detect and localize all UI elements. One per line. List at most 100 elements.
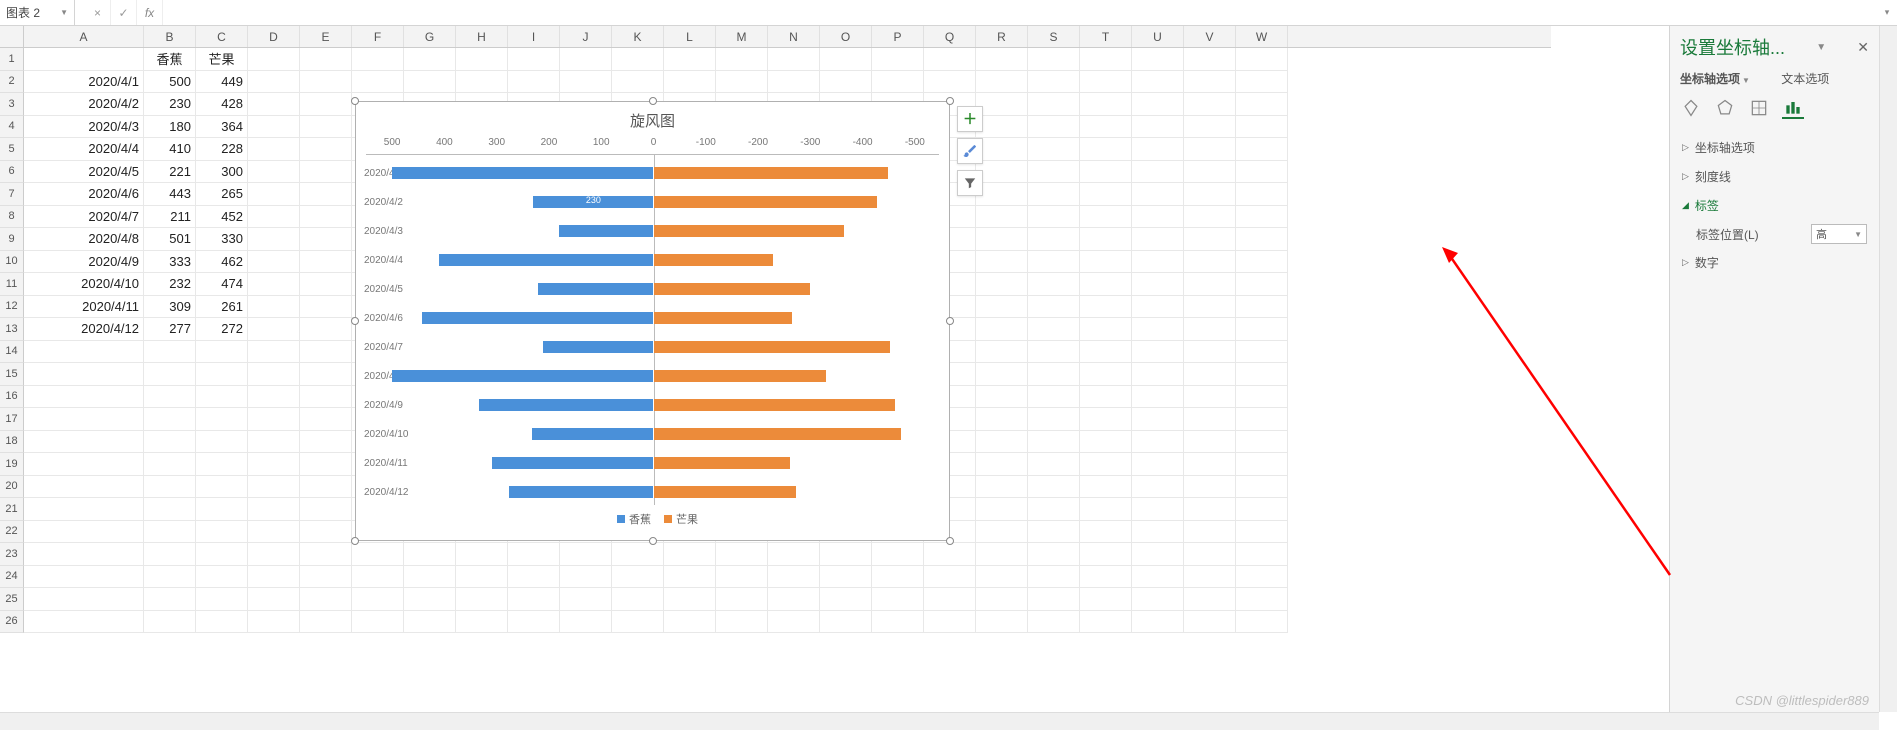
chart-elements-button[interactable]: ＋	[957, 106, 983, 132]
cell[interactable]: 2020/4/8	[24, 228, 144, 251]
cell[interactable]	[1132, 296, 1184, 319]
row-header[interactable]: 6	[0, 161, 24, 184]
column-header[interactable]: I	[508, 26, 560, 47]
cell[interactable]	[248, 206, 300, 229]
cell[interactable]	[196, 363, 248, 386]
cell[interactable]	[924, 543, 976, 566]
row-header[interactable]: 13	[0, 318, 24, 341]
cell[interactable]: 309	[144, 296, 196, 319]
column-header[interactable]: A	[24, 26, 144, 47]
column-header[interactable]: O	[820, 26, 872, 47]
cell[interactable]	[1028, 228, 1080, 251]
cell[interactable]	[976, 138, 1028, 161]
cell[interactable]: 501	[144, 228, 196, 251]
cell[interactable]	[872, 48, 924, 71]
column-header[interactable]: G	[404, 26, 456, 47]
chart-styles-button[interactable]	[957, 138, 983, 164]
cell[interactable]: 410	[144, 138, 196, 161]
cell[interactable]	[1028, 386, 1080, 409]
cell[interactable]	[664, 48, 716, 71]
cell[interactable]	[1080, 341, 1132, 364]
cell[interactable]	[456, 566, 508, 589]
cell[interactable]	[1080, 386, 1132, 409]
cell[interactable]	[716, 611, 768, 634]
cell[interactable]	[248, 566, 300, 589]
cell[interactable]	[924, 588, 976, 611]
chart-legend[interactable]: 香蕉 芒果	[356, 505, 949, 533]
cell[interactable]	[404, 588, 456, 611]
cell[interactable]	[1080, 48, 1132, 71]
cell[interactable]	[144, 363, 196, 386]
cell[interactable]	[768, 611, 820, 634]
cell[interactable]	[1236, 453, 1288, 476]
cell[interactable]	[820, 588, 872, 611]
cell[interactable]	[300, 93, 352, 116]
cell[interactable]	[1080, 521, 1132, 544]
cell[interactable]	[716, 71, 768, 94]
cell[interactable]	[976, 543, 1028, 566]
column-header[interactable]: C	[196, 26, 248, 47]
column-header[interactable]: N	[768, 26, 820, 47]
cell[interactable]	[248, 476, 300, 499]
cell[interactable]	[1028, 116, 1080, 139]
cell[interactable]	[196, 543, 248, 566]
cell[interactable]	[24, 588, 144, 611]
cell[interactable]	[248, 341, 300, 364]
cell[interactable]	[976, 206, 1028, 229]
cell[interactable]	[664, 611, 716, 634]
cell[interactable]	[768, 48, 820, 71]
cell[interactable]	[976, 71, 1028, 94]
cell[interactable]	[300, 228, 352, 251]
bar-mango[interactable]	[654, 370, 827, 382]
cell[interactable]	[508, 71, 560, 94]
cell[interactable]: 2020/4/11	[24, 296, 144, 319]
cell[interactable]	[144, 386, 196, 409]
cell[interactable]: 265	[196, 183, 248, 206]
cell[interactable]	[1236, 116, 1288, 139]
cell[interactable]	[976, 318, 1028, 341]
bar-mango[interactable]	[654, 457, 790, 469]
cell[interactable]	[404, 566, 456, 589]
cell[interactable]: 228	[196, 138, 248, 161]
cell[interactable]	[1184, 611, 1236, 634]
cell[interactable]	[1132, 183, 1184, 206]
cell[interactable]	[352, 71, 404, 94]
cell[interactable]: 2020/4/10	[24, 273, 144, 296]
horizontal-scrollbar[interactable]	[0, 712, 1879, 730]
cell[interactable]	[1132, 386, 1184, 409]
cell[interactable]	[1236, 138, 1288, 161]
bar-banana[interactable]	[559, 225, 653, 237]
cell[interactable]	[248, 93, 300, 116]
cell[interactable]	[1132, 476, 1184, 499]
chart-plot-area[interactable]: 2020/4/12020/4/22302020/4/32020/4/42020/…	[366, 155, 939, 505]
cell[interactable]	[1132, 588, 1184, 611]
cell[interactable]	[560, 566, 612, 589]
cell[interactable]	[1028, 296, 1080, 319]
row-header[interactable]: 19	[0, 453, 24, 476]
row-header[interactable]: 12	[0, 296, 24, 319]
bar-banana[interactable]	[532, 428, 653, 440]
cell[interactable]	[1184, 48, 1236, 71]
cell[interactable]	[1184, 251, 1236, 274]
cell[interactable]	[976, 161, 1028, 184]
column-header[interactable]: E	[300, 26, 352, 47]
cell[interactable]	[1184, 71, 1236, 94]
bar-mango[interactable]	[654, 167, 889, 179]
chart-filter-button[interactable]	[957, 170, 983, 196]
cell[interactable]	[976, 341, 1028, 364]
chart-x-axis[interactable]: 5004003002001000-100-200-300-400-500	[366, 135, 939, 155]
pane-close-button[interactable]: ✕	[1857, 39, 1869, 56]
cell[interactable]	[248, 318, 300, 341]
cell[interactable]	[24, 611, 144, 634]
cell[interactable]	[196, 386, 248, 409]
bar-banana[interactable]: 230	[533, 196, 653, 208]
cell[interactable]	[352, 48, 404, 71]
cell[interactable]	[1028, 273, 1080, 296]
cell[interactable]	[1028, 363, 1080, 386]
cell[interactable]	[1080, 476, 1132, 499]
cell[interactable]: 462	[196, 251, 248, 274]
row-header[interactable]: 16	[0, 386, 24, 409]
cell[interactable]	[1236, 498, 1288, 521]
cell[interactable]	[1132, 408, 1184, 431]
cell[interactable]	[144, 453, 196, 476]
